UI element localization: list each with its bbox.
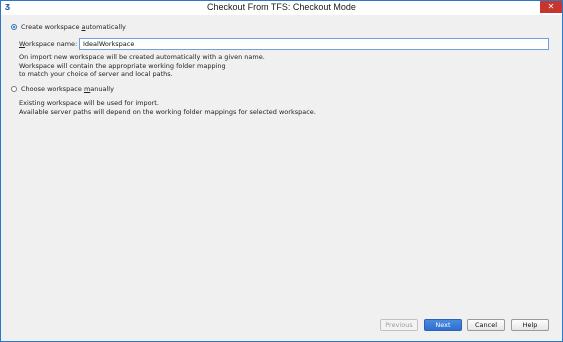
label-part: Create workspace	[21, 23, 82, 31]
choose-manually-label: Choose workspace manually	[21, 85, 114, 93]
previous-button[interactable]: Previous	[380, 319, 418, 331]
workspace-name-input[interactable]	[79, 38, 549, 50]
help-button[interactable]: Help	[511, 319, 549, 331]
auto-description: On import new workspace will be created …	[19, 53, 265, 79]
choose-manually-option[interactable]: Choose workspace manually	[11, 84, 114, 94]
manual-description: Existing workspace will be used for impo…	[19, 99, 316, 116]
next-button[interactable]: Next	[424, 319, 462, 331]
workspace-name-label: Workspace name:	[19, 39, 77, 49]
create-automatically-radio[interactable]	[11, 24, 17, 30]
manual-description-line: Existing workspace will be used for impo…	[19, 99, 159, 107]
manual-description-line: Available server paths will depend on th…	[19, 107, 316, 116]
create-automatically-option[interactable]: Create workspace automatically	[11, 22, 126, 32]
title-bar[interactable]: Ʒ Checkout From TFS: Checkout Mode ✕	[1, 1, 562, 15]
auto-description-line: On import new workspace will be created …	[19, 53, 265, 61]
auto-description-line: to match your choice of server and local…	[19, 70, 173, 79]
create-automatically-label: Create workspace automatically	[21, 23, 126, 31]
checkout-dialog: Ʒ Checkout From TFS: Checkout Mode ✕ Cre…	[0, 0, 563, 342]
window-title: Checkout From TFS: Checkout Mode	[207, 2, 356, 12]
choose-manually-radio[interactable]	[11, 86, 17, 92]
label-part: orkspace name:	[25, 40, 78, 48]
dialog-content: Create workspace automatically Workspace…	[1, 15, 562, 315]
button-bar: Previous Next Cancel Help	[1, 315, 562, 341]
auto-description-line: Workspace will contain the appropriate w…	[19, 61, 226, 70]
label-part: anually	[90, 85, 114, 93]
label-part: utomatically	[85, 23, 126, 31]
label-part: Choose workspace	[21, 85, 84, 93]
close-button[interactable]: ✕	[540, 1, 562, 13]
cancel-button[interactable]: Cancel	[467, 319, 505, 331]
close-icon: ✕	[547, 2, 555, 11]
